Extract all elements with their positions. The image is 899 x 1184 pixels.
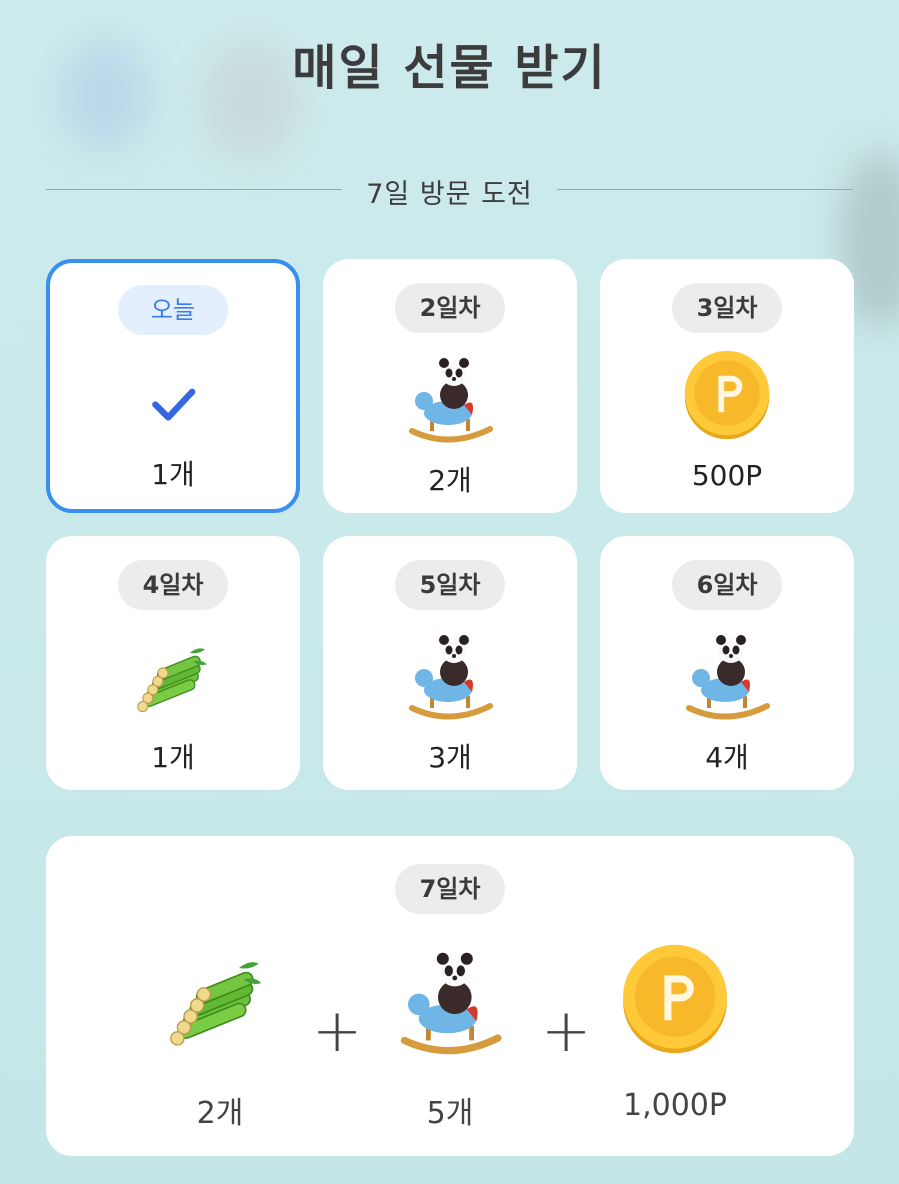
- day-label: 2일차: [395, 283, 505, 333]
- reward-quantity: 1개: [151, 458, 195, 491]
- day-card-6[interactable]: 6일차 4개: [600, 536, 854, 790]
- panda-rocking-horse-icon: [400, 626, 500, 726]
- section-subtitle: 7일 방문 도전: [366, 179, 533, 210]
- day-label: 5일차: [395, 560, 505, 610]
- bamboo-bundle-icon: [131, 636, 215, 720]
- reward-quantity: 2개: [428, 464, 472, 497]
- section-divider: 7일 방문 도전: [46, 168, 853, 212]
- reward-quantity: 2개: [196, 1096, 244, 1131]
- reward-quantity: 1,000P: [623, 1088, 727, 1123]
- gold-coin-icon: [679, 347, 775, 443]
- day-label: 7일차: [395, 864, 505, 914]
- plus-sign: +: [541, 996, 592, 1066]
- check-icon: [133, 363, 213, 443]
- reward-quantity: 4개: [705, 741, 749, 774]
- page-title: 매일 선물 받기: [292, 40, 607, 96]
- day-card-5[interactable]: 5일차 3개: [323, 536, 577, 790]
- panda-rocking-horse-icon: [400, 349, 500, 449]
- reward-quantity: 500P: [691, 459, 763, 492]
- divider-line: [557, 189, 853, 190]
- day-card-4[interactable]: 4일차 1개: [46, 536, 300, 790]
- reward-quantity: 1개: [151, 741, 195, 774]
- plus-sign: +: [312, 996, 363, 1066]
- today-badge: 오늘: [118, 285, 228, 335]
- day-card-today[interactable]: 오늘 1개: [46, 259, 300, 513]
- day-card-2[interactable]: 2일차 2개: [323, 259, 577, 513]
- day-label: 4일차: [118, 560, 228, 610]
- bamboo-bundle-icon: [162, 946, 272, 1056]
- day-label: 3일차: [672, 283, 782, 333]
- day-label: 6일차: [672, 560, 782, 610]
- panda-rocking-horse-icon: [390, 942, 510, 1062]
- day-card-3[interactable]: 3일차 500P: [600, 259, 854, 513]
- gold-coin-icon: [616, 940, 734, 1058]
- panda-rocking-horse-icon: [677, 626, 777, 726]
- reward-quantity: 3개: [428, 741, 472, 774]
- day-card-7[interactable]: 7일차 + + 2개 5개 1,000P: [46, 836, 854, 1156]
- reward-quantity: 5개: [426, 1096, 474, 1131]
